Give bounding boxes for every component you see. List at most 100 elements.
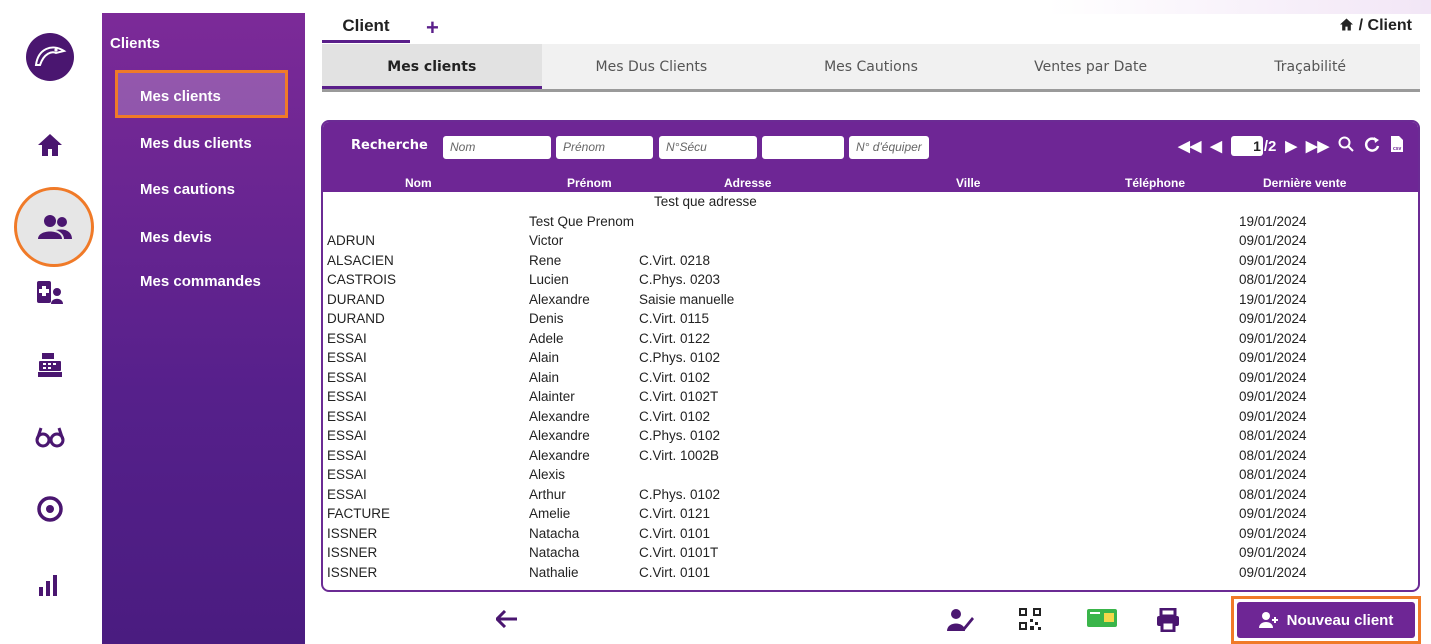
subtab-ventes-par-date[interactable]: Ventes par Date <box>981 44 1201 89</box>
top-bar: Client + / Client <box>322 13 1420 43</box>
cell-adresse: Test que adresse <box>654 194 757 209</box>
table-row[interactable]: ESSAI Adele C.Virt. 0122 09/01/2024 <box>323 329 1418 349</box>
col-telephone[interactable]: Téléphone <box>1125 176 1185 190</box>
back-arrow-icon[interactable] <box>494 609 518 633</box>
table-row[interactable]: Test que adresse <box>323 192 1418 212</box>
col-derniere-vente[interactable]: Dernière vente <box>1263 176 1346 190</box>
cell-adresse: Saisie manuelle <box>639 291 735 307</box>
bottom-toolbar: Nouveau client <box>322 596 1421 644</box>
clients-icon-active[interactable] <box>14 187 94 267</box>
cell-prenom: Alainter <box>529 389 575 404</box>
search-nsecu-input[interactable]: N°Sécu <box>659 136 757 159</box>
table-row[interactable]: ISSNER Nathalie C.Virt. 0101 09/01/2024 <box>323 563 1418 583</box>
new-client-button[interactable]: Nouveau client <box>1237 602 1415 638</box>
table-row[interactable]: ESSAI Alexandre C.Virt. 0102 09/01/2024 <box>323 407 1418 427</box>
cell-derniere-vente: 09/01/2024 <box>1239 506 1307 521</box>
cell-nom: ISSNER <box>327 564 378 580</box>
cell-derniere-vente: 09/01/2024 <box>1239 330 1307 346</box>
search-nom-input[interactable]: Nom <box>443 136 551 159</box>
qr-code-icon[interactable] <box>1019 608 1041 635</box>
table-row[interactable]: ESSAI Alexandre C.Phys. 0102 08/01/2024 <box>323 426 1418 446</box>
next-page-icon[interactable]: ▶ <box>1285 137 1297 155</box>
cell-prenom: Alexandre <box>529 447 590 463</box>
cell-prenom: Victor <box>529 233 564 248</box>
sidebar-item-mes-cautions[interactable]: Mes cautions <box>140 181 235 198</box>
csv-export-icon[interactable]: csv <box>1390 135 1404 157</box>
home-icon[interactable] <box>26 125 74 165</box>
cell-nom: ISSNER <box>327 545 378 560</box>
subtab-mes-cautions[interactable]: Mes Cautions <box>761 44 981 89</box>
col-prenom[interactable]: Prénom <box>567 176 612 190</box>
cell-derniere-vente: 09/01/2024 <box>1239 545 1307 560</box>
prev-page-icon[interactable]: ◀ <box>1210 137 1222 155</box>
cell-prenom: Arthur <box>529 486 566 502</box>
table-row[interactable]: ESSAI Alainter C.Virt. 0102T 09/01/2024 <box>323 387 1418 407</box>
col-nom[interactable]: Nom <box>405 176 432 190</box>
cell-prenom: Alain <box>529 369 560 385</box>
eye-icon[interactable] <box>26 489 74 529</box>
cell-adresse: C.Virt. 0115 <box>639 311 710 326</box>
col-ville[interactable]: Ville <box>956 176 980 190</box>
refresh-icon[interactable] <box>1363 136 1381 156</box>
stats-icon[interactable] <box>26 565 74 605</box>
sidebar-item-mes-devis[interactable]: Mes devis <box>140 229 212 246</box>
table-row[interactable]: CASTROIS Lucien C.Phys. 0203 08/01/2024 <box>323 270 1418 290</box>
cell-nom: ESSAI <box>327 369 367 385</box>
sidebar-item-mes-dus-clients[interactable]: Mes dus clients <box>140 135 252 152</box>
patient-add-icon[interactable] <box>26 272 74 312</box>
search-extra-input[interactable] <box>762 136 844 159</box>
cell-derniere-vente: 09/01/2024 <box>1239 311 1307 326</box>
table-row[interactable]: ISSNER Natacha C.Virt. 0101T 09/01/2024 <box>323 543 1418 563</box>
breadcrumb[interactable]: / Client <box>1339 17 1412 35</box>
new-client-highlight: Nouveau client <box>1231 596 1421 644</box>
subtab-tracabilite[interactable]: Traçabilité <box>1200 44 1420 89</box>
search-icon[interactable] <box>1338 136 1354 156</box>
col-adresse[interactable]: Adresse <box>724 176 771 190</box>
cell-derniere-vente: 09/01/2024 <box>1239 369 1307 385</box>
cash-register-icon[interactable] <box>26 345 74 385</box>
search-equipement-input[interactable]: N° d'équiper <box>849 136 929 159</box>
cell-adresse: C.Virt. 1002B <box>639 447 720 463</box>
cell-derniere-vente: 09/01/2024 <box>1239 252 1307 268</box>
cell-nom: FACTURE <box>327 506 391 521</box>
sidebar-item-mes-clients[interactable]: Mes clients <box>140 88 221 105</box>
subtab-mes-dus-clients[interactable]: Mes Dus Clients <box>542 44 762 89</box>
logo-icon[interactable] <box>26 33 74 81</box>
tab-client[interactable]: Client <box>322 13 410 43</box>
vitale-card-icon[interactable] <box>1087 608 1117 633</box>
table-row[interactable]: ESSAI Arthur C.Phys. 0102 08/01/2024 <box>323 485 1418 505</box>
first-page-icon[interactable]: ◀◀ <box>1178 137 1201 155</box>
search-prenom-input[interactable]: Prénom <box>556 136 653 159</box>
table-row[interactable]: ADRUN Victor 09/01/2024 <box>323 231 1418 251</box>
cell-prenom: Natacha <box>529 545 580 560</box>
cell-nom: ESSAI <box>327 389 367 404</box>
cell-derniere-vente: 09/01/2024 <box>1239 564 1307 580</box>
cell-derniere-vente: 09/01/2024 <box>1239 389 1307 404</box>
icon-rail <box>0 13 100 644</box>
table-row[interactable]: ISSNER Natacha C.Virt. 0101 09/01/2024 <box>323 524 1418 544</box>
table-row[interactable]: FACTURE Amelie C.Virt. 0121 09/01/2024 <box>323 504 1418 524</box>
table-row[interactable]: Test Que Prenom 19/01/2024 <box>323 212 1418 232</box>
page-total: /2 <box>1263 137 1277 155</box>
subtab-mes-clients[interactable]: Mes clients <box>322 44 542 89</box>
edit-user-icon[interactable] <box>946 608 974 637</box>
table-row[interactable]: ESSAI Alexandre C.Virt. 1002B 08/01/2024 <box>323 446 1418 466</box>
table-row[interactable]: ALSACIEN Rene C.Virt. 0218 09/01/2024 <box>323 251 1418 271</box>
cell-derniere-vente: 09/01/2024 <box>1239 233 1307 248</box>
clients-grid: Recherche Nom Prénom N°Sécu N° d'équiper… <box>321 120 1420 592</box>
print-icon[interactable] <box>1156 607 1180 637</box>
table-row[interactable]: ESSAI Alain C.Virt. 0102 09/01/2024 <box>323 368 1418 388</box>
search-label: Recherche <box>351 138 428 153</box>
table-row[interactable]: ESSAI Alain C.Phys. 0102 09/01/2024 <box>323 348 1418 368</box>
page-number-input[interactable]: 1 <box>1230 136 1263 156</box>
table-row[interactable]: DURAND Alexandre Saisie manuelle 19/01/2024 <box>323 290 1418 310</box>
last-page-icon[interactable]: ▶▶ <box>1306 137 1329 155</box>
table-row[interactable]: DURAND Denis C.Virt. 0115 09/01/2024 <box>323 309 1418 329</box>
table-row[interactable]: ESSAI Alexis 08/01/2024 <box>323 465 1418 485</box>
glasses-icon[interactable] <box>26 417 74 457</box>
breadcrumb-text: / Client <box>1358 17 1412 34</box>
add-tab-button[interactable]: + <box>426 15 439 41</box>
sidebar-item-mes-commandes[interactable]: Mes commandes <box>140 273 261 290</box>
cell-adresse: C.Virt. 0101 <box>639 525 711 541</box>
top-corner-tint <box>1048 0 1431 14</box>
